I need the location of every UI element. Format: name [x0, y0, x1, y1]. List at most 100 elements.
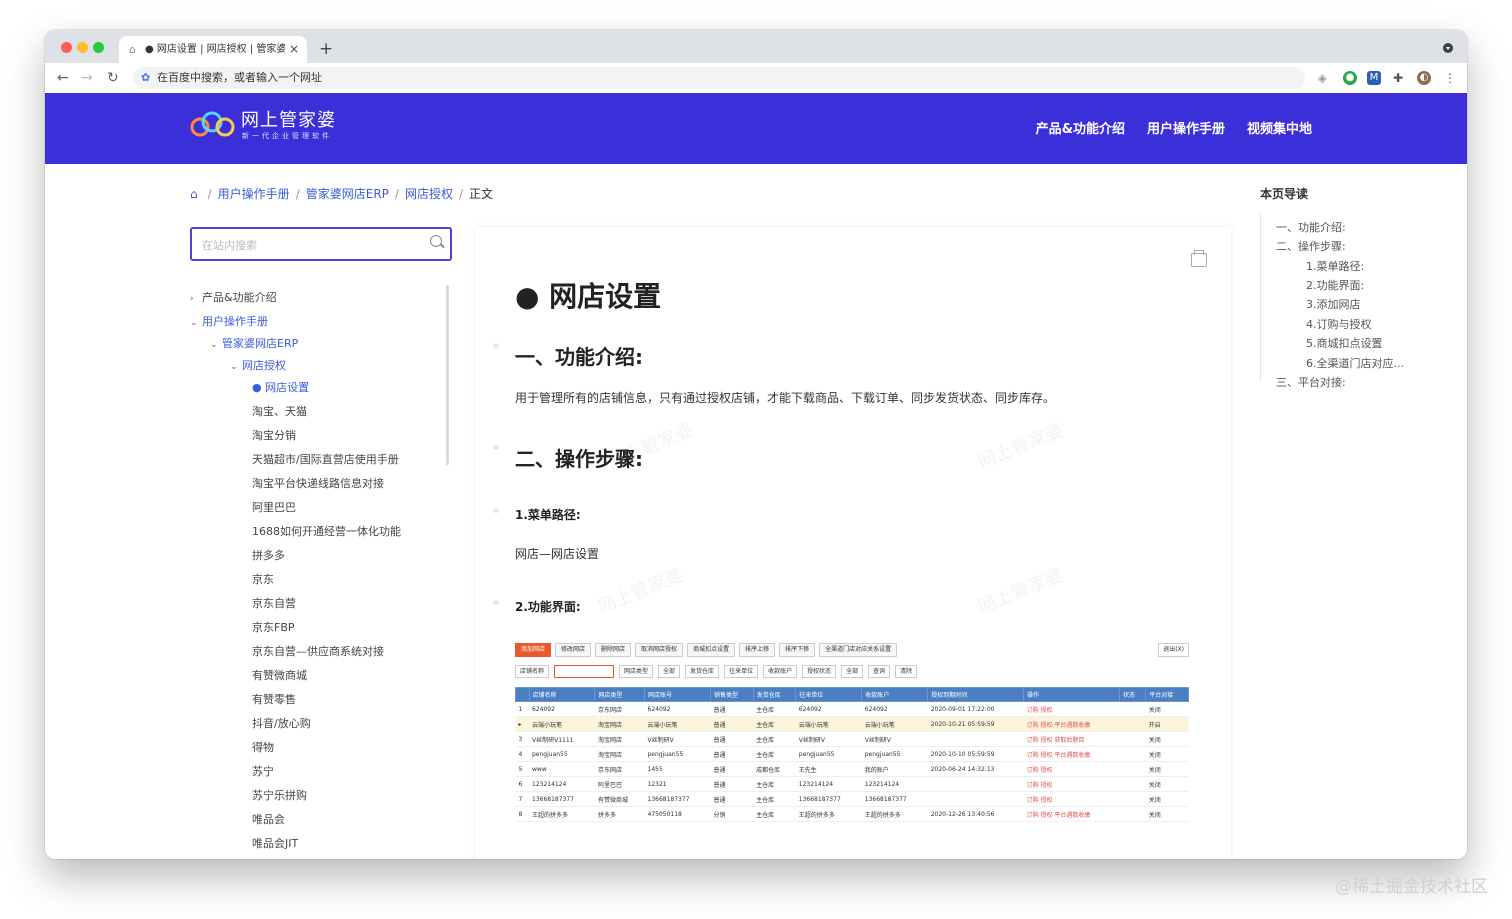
sidebar-item[interactable]: 京东 — [252, 571, 274, 587]
cancel-auth-button: 取消网店授权 — [635, 643, 684, 657]
sidebar-item[interactable]: 1688如何开通经营一体化功能 — [252, 523, 401, 539]
table-cell: 云端小玩笔 — [795, 716, 862, 732]
table-cell: pengjuan55 — [795, 746, 862, 762]
shield-icon[interactable]: ◈ — [1318, 67, 1327, 89]
extension-m-icon[interactable]: M — [1367, 71, 1381, 85]
sidebar-scrollbar[interactable] — [446, 285, 449, 465]
breadcrumb-user-manual[interactable]: 用户操作手册 — [218, 187, 290, 201]
sidebar-item[interactable]: 京东自营 — [252, 595, 296, 611]
address-bar[interactable]: ✿ 在百度中搜索，或者输入一个网址 ◈ — [133, 67, 1327, 89]
back-icon[interactable]: ← — [57, 69, 69, 87]
sidebar-item-user-manual[interactable]: ⌄ 用户操作手册 — [190, 313, 268, 329]
nav-product-intro[interactable]: 产品&功能介绍 — [1036, 118, 1125, 137]
mall-fee-button: 商城扣点设置 — [687, 643, 736, 657]
table-cell: 关闭 — [1145, 701, 1189, 717]
sidebar-item[interactable]: 苏宁乐拼购 — [252, 787, 307, 803]
link-anchor-icon[interactable]: ⚭ — [491, 441, 501, 455]
table-cell: 淘宝网店 — [594, 716, 645, 732]
sidebar-item-shop-auth[interactable]: ⌄ 网店授权 — [230, 357, 286, 373]
breadcrumb-shop-auth[interactable]: 网店授权 — [405, 187, 453, 201]
new-tab-button[interactable]: + — [319, 36, 333, 63]
section-heading: 一、功能介绍: — [515, 345, 643, 369]
minimize-window-button[interactable] — [77, 42, 88, 53]
filter-field: 收款账户 — [763, 665, 798, 678]
table-row: 7 13668187377 有赞微商城 13668187377 普通 主仓库 1366818… — [515, 791, 1189, 807]
extension-green-icon[interactable]: ● — [1343, 71, 1357, 85]
toc-item[interactable]: 6.全渠道门店对应... — [1306, 355, 1404, 371]
forward-icon[interactable]: → — [81, 69, 93, 87]
toc-item[interactable]: 一、功能介绍: — [1276, 219, 1346, 235]
home-icon[interactable]: ⌂ — [190, 187, 198, 201]
toc-item[interactable]: 2.功能界面: — [1306, 277, 1364, 293]
filter-field: 网店类型 — [619, 665, 654, 678]
print-icon[interactable] — [1191, 250, 1207, 267]
search-icon[interactable] — [430, 235, 442, 247]
profile-avatar-icon[interactable]: ◐ — [1417, 71, 1431, 85]
sidebar-item[interactable]: 淘宝、天猫 — [252, 403, 307, 419]
reload-icon[interactable]: ↻ — [107, 69, 119, 87]
sidebar-item-product-intro[interactable]: › 产品&功能介绍 — [190, 289, 277, 305]
sidebar-item[interactable]: 有赞微商城 — [252, 667, 307, 683]
table-cell: 有赞微商城 — [594, 791, 645, 807]
link-anchor-icon[interactable]: ⚭ — [491, 596, 501, 610]
sidebar-item[interactable]: 阿里巴巴 — [252, 499, 296, 515]
browser-tab[interactable]: ⌂ ● 网店设置 | 网店授权 | 管家婆网店ERP × — [119, 36, 307, 63]
tab-bar: ⌂ ● 网店设置 | 网店授权 | 管家婆网店ERP × + — [45, 30, 1467, 63]
table-cell: 13668187377 — [861, 791, 928, 807]
sidebar-item[interactable]: 苏宁 — [252, 763, 274, 779]
table-cell: 淘宝网店 — [594, 731, 645, 747]
site-logo-icon[interactable] — [190, 109, 236, 139]
table-cell: 云端小玩笔 — [529, 716, 595, 732]
sidebar-item[interactable]: 唯品会JIT — [252, 835, 298, 851]
table-cell: 2020-06-24 14:32:13 — [927, 761, 1024, 777]
sidebar-item[interactable]: 天猫超市/国际直营店使用手册 — [252, 451, 399, 467]
sidebar-item[interactable]: 京东自营—供应商系统对接 — [252, 643, 384, 659]
sidebar-item[interactable]: 淘宝平台快递线路信息对接 — [252, 475, 384, 491]
table-cell: 普通 — [710, 716, 754, 732]
sidebar-item-shop-settings[interactable]: ● 网店设置 — [252, 379, 309, 395]
site-search-input[interactable]: 在站内搜索 — [190, 227, 452, 261]
tab-search-icon[interactable] — [1443, 43, 1453, 53]
zoom-window-button[interactable] — [93, 42, 104, 53]
logo-title[interactable]: 网上管家婆 — [241, 106, 336, 132]
toc-item[interactable]: 二、操作步骤: — [1276, 238, 1346, 254]
table-cell: 订购 授权 — [1023, 776, 1120, 792]
sidebar-item[interactable]: 唯品会 — [252, 811, 285, 827]
screenshot-toolbar: 添加网店 修改网店 删除网店 取消网店授权 商城扣点设置 排序上移 排序下移 全… — [515, 643, 898, 657]
table-cell: 关闭 — [1145, 731, 1189, 747]
toc-item[interactable]: 1.菜单路径: — [1306, 258, 1364, 274]
sidebar-item[interactable]: 京东FBP — [252, 619, 295, 635]
sidebar-item[interactable]: 抖音/放心购 — [252, 715, 311, 731]
extensions-puzzle-icon[interactable]: ✚ — [1391, 71, 1405, 85]
table-cell: pengjuan55 — [861, 746, 928, 762]
toc-item[interactable]: 5.商城扣点设置 — [1306, 335, 1383, 351]
table-cell: 普通 — [710, 746, 754, 762]
sidebar-item[interactable]: 拼多多 — [252, 547, 285, 563]
table-header: 网店账号 — [644, 687, 711, 702]
sidebar-item[interactable]: 得物 — [252, 739, 274, 755]
sidebar-item[interactable]: 有赞零售 — [252, 691, 296, 707]
tab-close-icon[interactable]: × — [289, 36, 299, 63]
nav-user-manual[interactable]: 用户操作手册 — [1147, 118, 1225, 137]
table-cell: 分销 — [710, 806, 754, 822]
browser-menu-icon[interactable]: ⋮ — [1443, 71, 1457, 85]
toc-item[interactable]: 3.添加网店 — [1306, 296, 1361, 312]
breadcrumb-erp[interactable]: 管家婆网店ERP — [306, 187, 389, 201]
sidebar-item-erp[interactable]: ⌄ 管家婆网店ERP — [210, 335, 298, 351]
breadcrumb-current: 正文 — [469, 187, 494, 201]
step-paragraph: 网店—网店设置 — [515, 547, 600, 561]
toc-item[interactable]: 三、平台对接: — [1276, 374, 1346, 390]
link-anchor-icon[interactable]: ⚭ — [491, 339, 501, 353]
table-header: 发货仓库 — [752, 687, 797, 702]
link-anchor-icon[interactable]: ⚭ — [491, 504, 501, 518]
table-cell: 订购 授权 — [1023, 701, 1120, 717]
sidebar-item[interactable]: 淘宝分销 — [252, 427, 296, 443]
table-header: 平台对接 — [1145, 687, 1189, 702]
table-cell: 主仓库 — [753, 791, 796, 807]
table-cell: 开启 — [1145, 716, 1189, 732]
table-cell: 主仓库 — [753, 716, 796, 732]
toc-item[interactable]: 4.订购与授权 — [1306, 316, 1372, 332]
table-cell: 2020-10-21 05:59:59 — [927, 716, 1024, 732]
close-window-button[interactable] — [61, 42, 72, 53]
nav-video-center[interactable]: 视频集中地 — [1247, 118, 1312, 137]
